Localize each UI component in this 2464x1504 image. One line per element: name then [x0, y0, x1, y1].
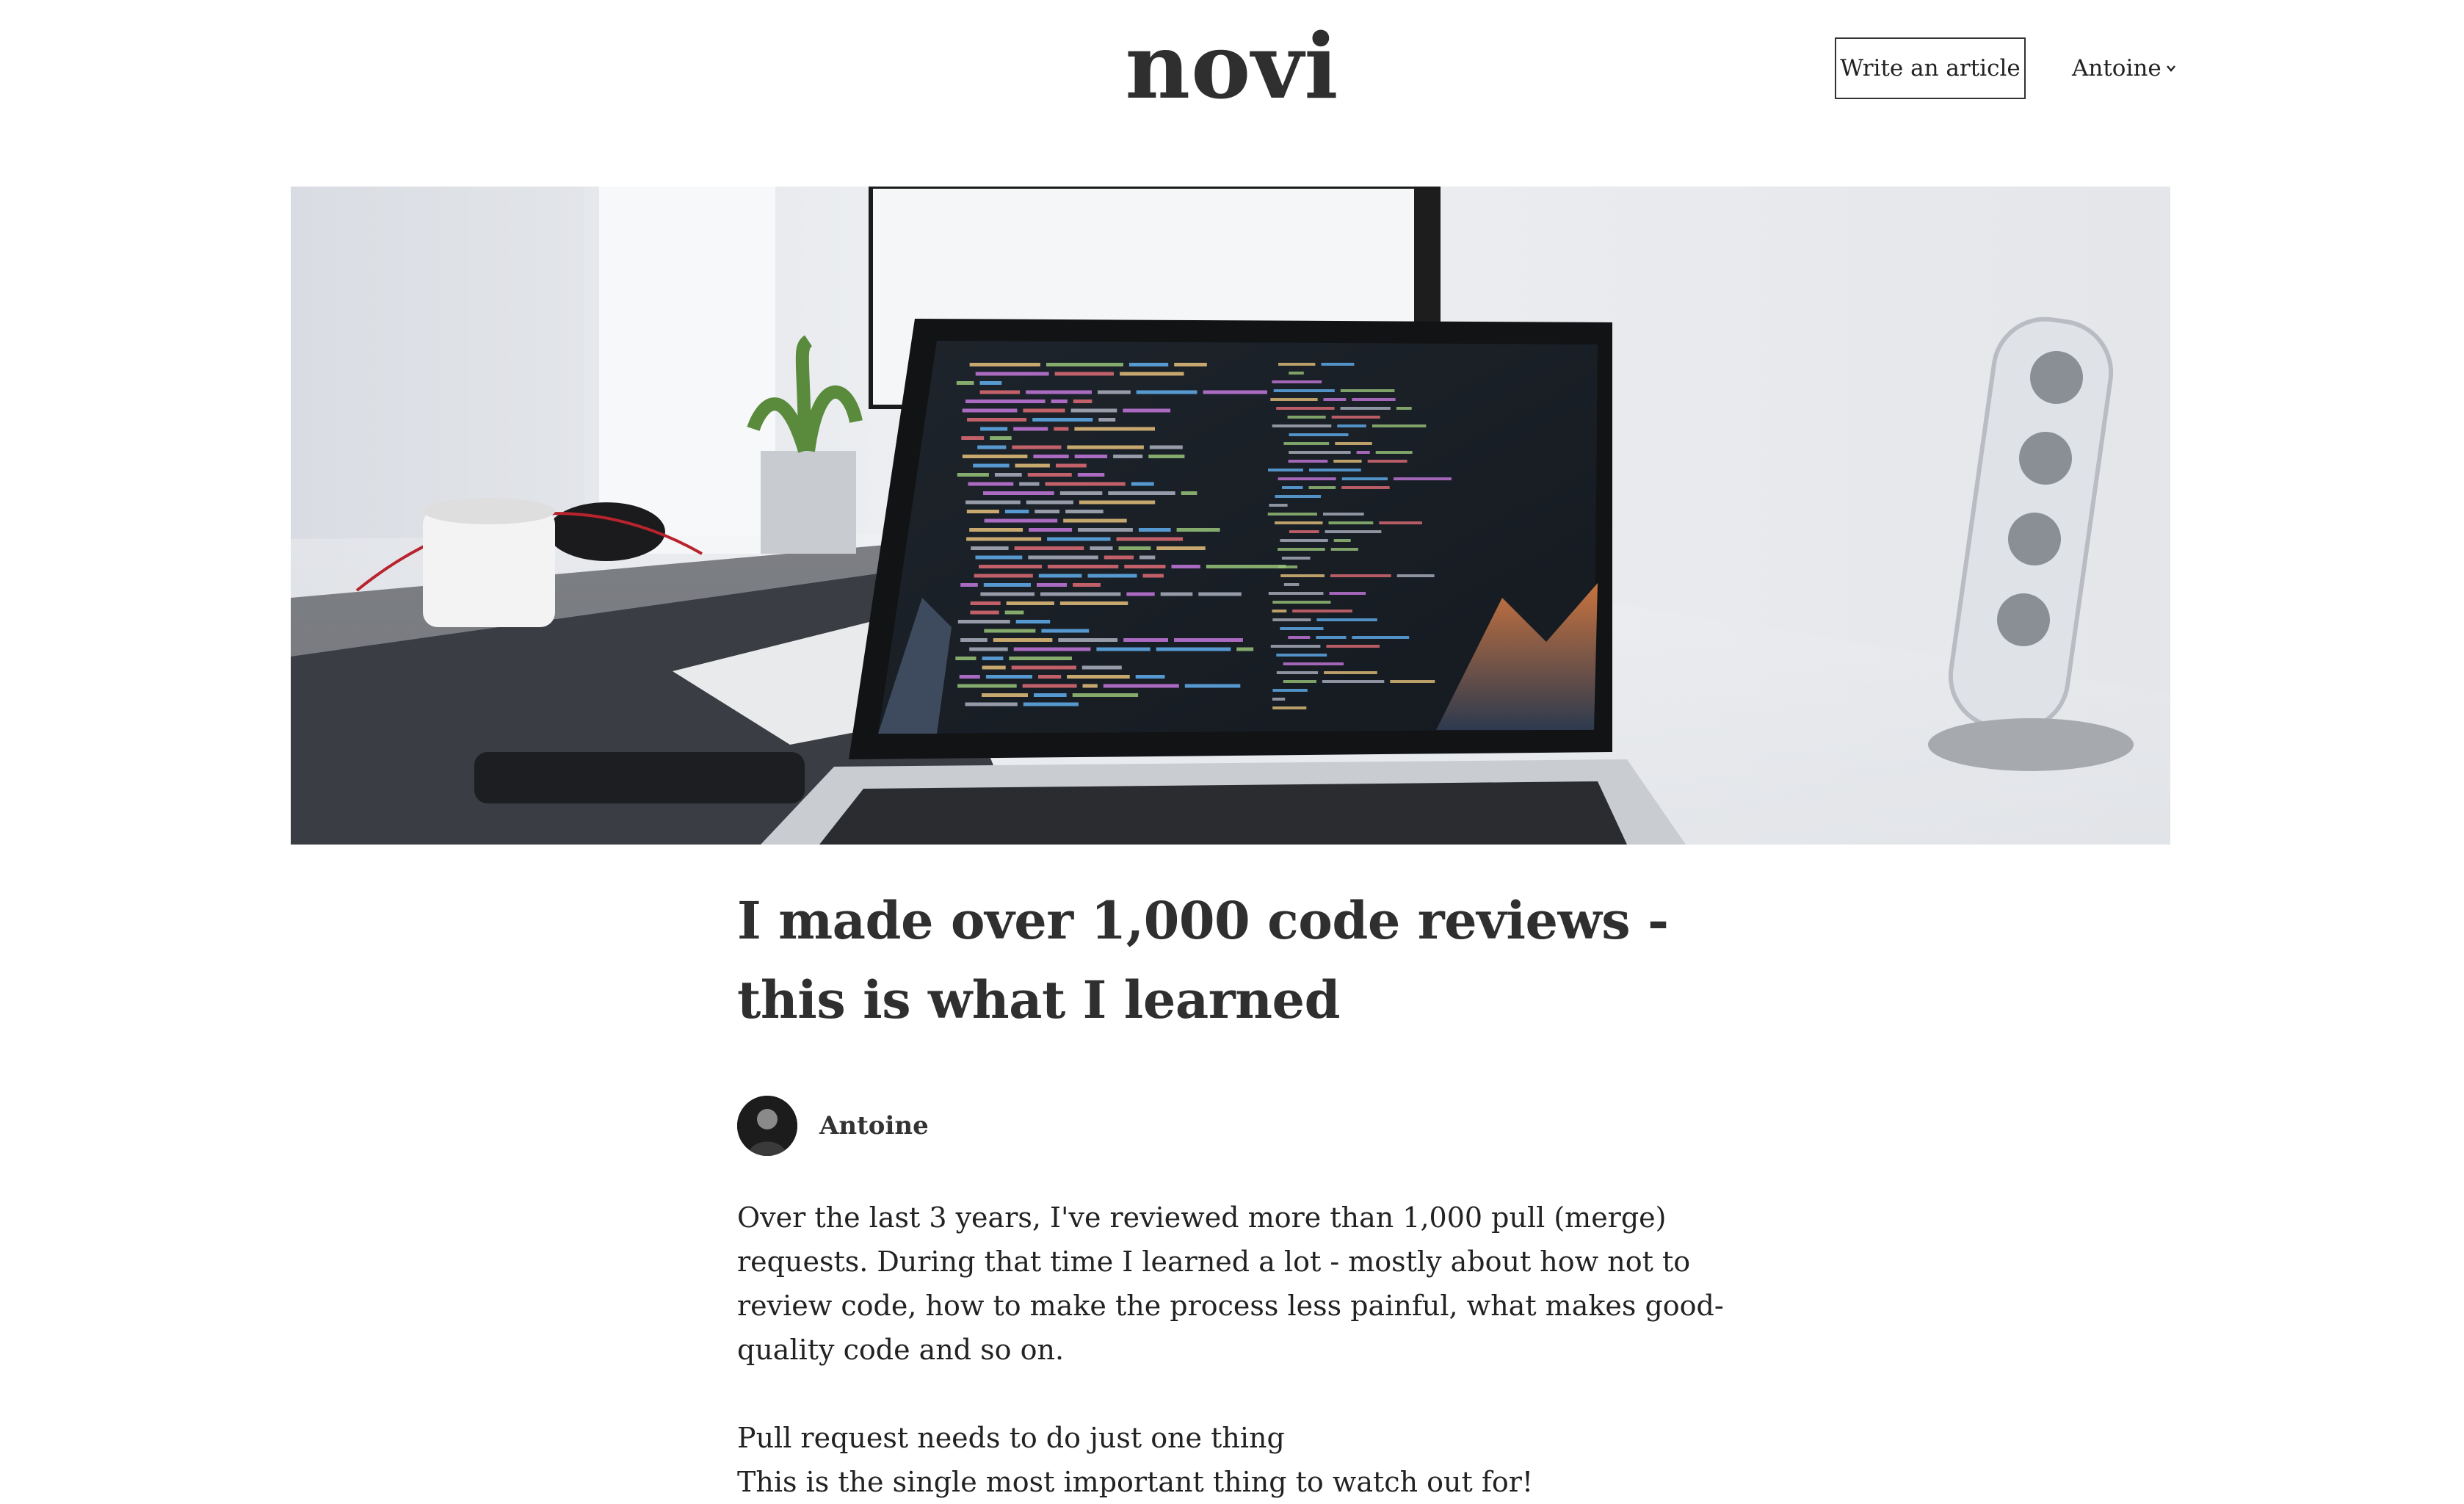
chevron-down-icon [2166, 65, 2175, 72]
author-byline[interactable]: Antoine [737, 1096, 929, 1156]
author-name[interactable]: Antoine [819, 1111, 929, 1140]
hero-image [291, 187, 2170, 845]
avatar[interactable] [737, 1096, 797, 1156]
user-menu-label: Antoine [2072, 55, 2162, 82]
article-paragraph: Over the last 3 years, I've reviewed mor… [737, 1201, 1724, 1366]
section-heading: Pull request needs to do just one thing [737, 1422, 1285, 1454]
article: I made over 1,000 code reviews - this is… [737, 881, 1736, 1498]
write-article-button[interactable]: Write an article [1835, 37, 2026, 99]
section-text: This is the single most important thing … [737, 1466, 1534, 1498]
article-title: I made over 1,000 code reviews - this is… [737, 890, 1669, 1030]
user-menu[interactable]: Antoine [2072, 44, 2176, 93]
article-body: Over the last 3 years, I've reviewed mor… [737, 1196, 1736, 1504]
